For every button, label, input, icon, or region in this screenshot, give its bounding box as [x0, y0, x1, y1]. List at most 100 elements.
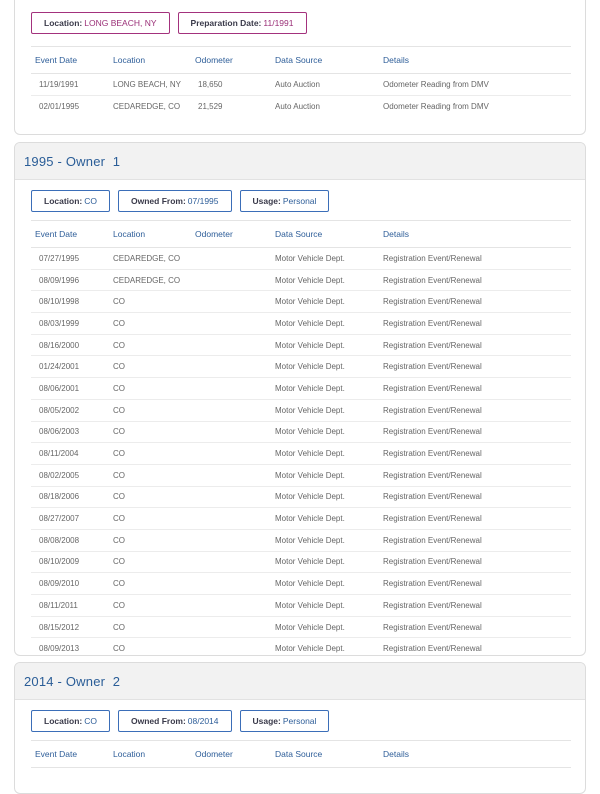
- cell-data-source: Motor Vehicle Dept.: [275, 600, 345, 610]
- chip-key: Location:: [44, 18, 83, 28]
- owned-from-chip: Owned From: 08/2014: [118, 710, 232, 732]
- cell-details: Registration Event/Renewal: [383, 644, 482, 654]
- table-row: 08/09/2013 CO Motor Vehicle Dept. Registrat…: [31, 638, 571, 655]
- col-data-source: Data Source: [275, 749, 323, 759]
- cell-details: Registration Event/Renewal: [383, 340, 482, 350]
- owner-1-chips: Location: CO Owned From: 07/1995 Usage: …: [15, 180, 585, 212]
- table-row: 08/10/2009 CO Motor Vehicle Dept. Registrat…: [31, 552, 571, 574]
- chip-key: Owned From:: [131, 196, 186, 206]
- table-row: 08/16/2000 CO Motor Vehicle Dept. Registrat…: [31, 335, 571, 357]
- owner-2-chips: Location: CO Owned From: 08/2014 Usage: …: [15, 700, 585, 732]
- owner-2-table: Event Date Location Odometer Data Source…: [31, 740, 571, 768]
- cell-location: CO: [113, 405, 125, 415]
- cell-details: Registration Event/Renewal: [383, 275, 482, 285]
- cell-event-date: 08/10/1998: [39, 297, 80, 307]
- table-row: 08/02/2005 CO Motor Vehicle Dept. Registrat…: [31, 465, 571, 487]
- cell-data-source: Motor Vehicle Dept.: [275, 405, 345, 415]
- owner-2-header: 2014 - Owner 2: [15, 663, 585, 700]
- cell-details: Registration Event/Renewal: [383, 579, 482, 589]
- cell-data-source: Motor Vehicle Dept.: [275, 318, 345, 328]
- col-details: Details: [383, 229, 409, 239]
- cell-details: Registration Event/Renewal: [383, 600, 482, 610]
- table-row: 08/27/2007 CO Motor Vehicle Dept. Registrat…: [31, 508, 571, 530]
- cell-location: CEDAREDGE, CO: [113, 275, 181, 285]
- cell-event-date: 08/16/2000: [39, 340, 80, 350]
- chip-value: 08/2014: [187, 716, 219, 726]
- usage-chip: Usage: Personal: [239, 710, 330, 732]
- cell-location: CO: [113, 644, 125, 654]
- prior-owner-card: Location: LONG BEACH, NY Preparation Dat…: [14, 0, 586, 135]
- cell-event-date: 08/06/2003: [39, 427, 80, 437]
- chip-value: 11/1991: [263, 18, 294, 28]
- chip-value: 07/1995: [187, 196, 219, 206]
- cell-data-source: Motor Vehicle Dept.: [275, 470, 345, 480]
- cell-data-source: Auto Auction: [275, 79, 320, 89]
- cell-data-source: Motor Vehicle Dept.: [275, 579, 345, 589]
- col-location: Location: [113, 749, 146, 759]
- cell-details: Registration Event/Renewal: [383, 405, 482, 415]
- cell-data-source: Motor Vehicle Dept.: [275, 557, 345, 567]
- cell-event-date: 08/06/2001: [39, 383, 80, 393]
- cell-odometer: 18,650: [198, 79, 223, 89]
- location-chip: Location: CO: [31, 190, 110, 212]
- chip-key: Location:: [44, 716, 83, 726]
- cell-event-date: 08/18/2006: [39, 492, 80, 502]
- cell-data-source: Motor Vehicle Dept.: [275, 449, 345, 459]
- col-location: Location: [113, 55, 146, 65]
- cell-details: Odometer Reading from DMV: [383, 79, 489, 89]
- table-row: 08/08/2008 CO Motor Vehicle Dept. Registrat…: [31, 530, 571, 552]
- cell-event-date: 08/11/2004: [39, 449, 79, 459]
- cell-location: CO: [113, 514, 125, 524]
- table-header: Event Date Location Odometer Data Source…: [31, 220, 571, 248]
- usage-chip: Usage: Personal: [239, 190, 330, 212]
- col-details: Details: [383, 55, 409, 65]
- cell-details: Registration Event/Renewal: [383, 535, 482, 545]
- col-details: Details: [383, 749, 409, 759]
- chip-value: Personal: [282, 196, 317, 206]
- cell-details: Odometer Reading from DMV: [383, 101, 489, 111]
- location-chip: Location: CO: [31, 710, 110, 732]
- cell-data-source: Motor Vehicle Dept.: [275, 492, 345, 502]
- chip-key: Owned From:: [131, 716, 186, 726]
- table-row: 08/10/1998 CO Motor Vehicle Dept. Registrat…: [31, 291, 571, 314]
- table-row: 01/24/2001 CO Motor Vehicle Dept. Registrat…: [31, 356, 571, 379]
- table-row: 11/19/1991 LONG BEACH, NY 18,650 Auto Au…: [31, 74, 571, 96]
- table-row: 08/03/1999 CO Motor Vehicle Dept. Registrat…: [31, 313, 571, 335]
- owner-1-title: 1995 - Owner 1: [24, 153, 121, 169]
- table-row: 08/06/2001 CO Motor Vehicle Dept. Registrat…: [31, 378, 571, 400]
- cell-event-date: 01/24/2001: [39, 362, 80, 372]
- location-chip: Location: LONG BEACH, NY: [31, 12, 170, 34]
- owned-from-chip: Owned From: 07/1995: [118, 190, 232, 212]
- table-row: 07/27/1995 CEDAREDGE, CO Motor Vehicle Dep…: [31, 248, 571, 270]
- chip-value: Personal: [282, 716, 317, 726]
- cell-location: CO: [113, 492, 125, 502]
- table-header: Event Date Location Odometer Data Source…: [31, 740, 571, 768]
- cell-details: Registration Event/Renewal: [383, 557, 482, 567]
- table-row: 08/06/2003 CO Motor Vehicle Dept. Registrat…: [31, 422, 571, 444]
- cell-location: CO: [113, 579, 125, 589]
- cell-details: Registration Event/Renewal: [383, 383, 482, 393]
- col-odometer: Odometer: [195, 749, 233, 759]
- chip-key: Preparation Date:: [190, 18, 262, 28]
- cell-data-source: Motor Vehicle Dept.: [275, 340, 345, 350]
- cell-event-date: 08/08/2008: [39, 535, 80, 545]
- cell-event-date: 08/05/2002: [39, 405, 80, 415]
- chip-key: Usage:: [252, 196, 281, 206]
- col-event-date: Event Date: [35, 229, 78, 239]
- col-location: Location: [113, 229, 146, 239]
- chip-value: LONG BEACH, NY: [84, 18, 157, 28]
- table-row: 02/01/1995 CEDAREDGE, CO 21,529 Auto Auc…: [31, 96, 571, 117]
- owner-1-card: 1995 - Owner 1 Location: CO Owned From: …: [14, 142, 586, 656]
- cell-event-date: 11/19/1991: [39, 79, 79, 89]
- cell-location: LONG BEACH, NY: [113, 79, 182, 89]
- col-odometer: Odometer: [195, 55, 233, 65]
- cell-location: CO: [113, 427, 125, 437]
- cell-details: Registration Event/Renewal: [383, 427, 482, 437]
- cell-event-date: 08/02/2005: [39, 470, 80, 480]
- cell-location: CEDAREDGE, CO: [113, 101, 181, 111]
- cell-details: Registration Event/Renewal: [383, 297, 482, 307]
- cell-location: CO: [113, 622, 125, 632]
- cell-location: CO: [113, 535, 125, 545]
- cell-data-source: Motor Vehicle Dept.: [275, 535, 345, 545]
- cell-data-source: Motor Vehicle Dept.: [275, 383, 345, 393]
